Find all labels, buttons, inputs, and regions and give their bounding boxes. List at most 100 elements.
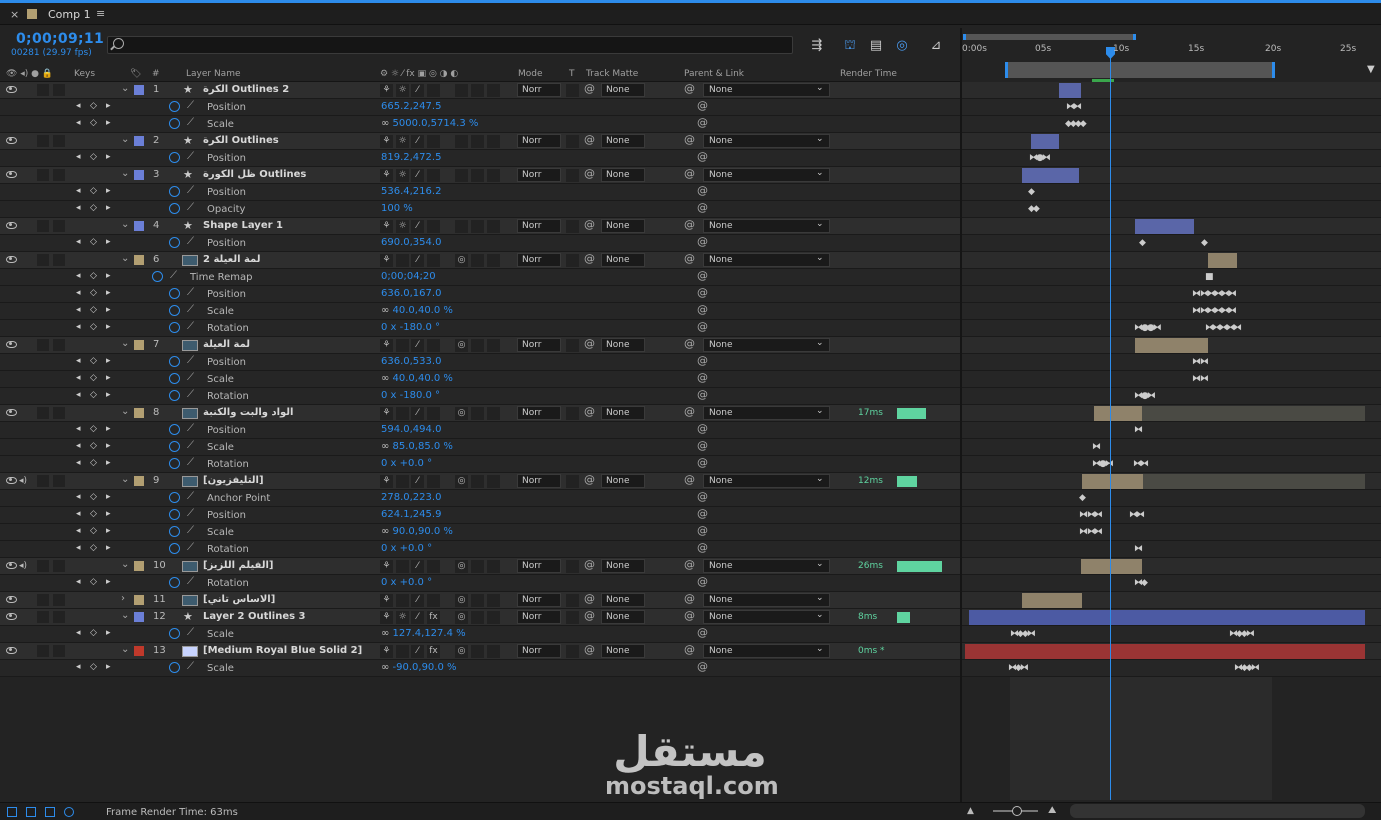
adjustment-switch-icon[interactable] xyxy=(471,169,484,182)
quality-switch-icon[interactable]: ⁄ xyxy=(411,611,424,624)
next-keyframe-icon[interactable]: ▸ xyxy=(106,441,111,451)
timeline-track[interactable]: ◆ xyxy=(962,184,1381,201)
expression-pickwhip-icon[interactable]: @ xyxy=(697,320,708,333)
track-matte-pickwhip-icon[interactable]: @ xyxy=(584,82,595,95)
next-keyframe-icon[interactable]: ▸ xyxy=(106,322,111,332)
graph-icon[interactable]: ⟋ xyxy=(187,457,194,468)
add-keyframe-icon[interactable]: ◇ xyxy=(90,203,97,213)
layer-duration-bar[interactable] xyxy=(1143,474,1365,489)
property-value[interactable]: 594.0,494.0 xyxy=(381,424,441,435)
graph-icon[interactable]: ⟋ xyxy=(187,661,194,672)
timeline-track[interactable] xyxy=(962,82,1381,99)
switch-slot[interactable] xyxy=(53,407,65,419)
keyframe-icon[interactable]: ⧓◆◆⧓ xyxy=(1234,663,1260,673)
switch-slot[interactable] xyxy=(53,594,65,606)
property-value[interactable]: ∞ 127.4,127.4 % xyxy=(381,628,466,639)
chevron-down-icon[interactable]: ⌄ xyxy=(121,610,129,621)
keyframe-icon[interactable]: ⧓◆◆⧓ xyxy=(1010,629,1036,639)
property-value[interactable]: ∞ 85.0,85.0 % xyxy=(381,441,453,452)
switch-slot[interactable] xyxy=(53,475,65,487)
preserve-transparency-toggle[interactable] xyxy=(566,254,579,267)
property-value[interactable]: 0;00;04;20 xyxy=(381,271,436,282)
parent-select[interactable]: None xyxy=(703,474,830,488)
shy-switch-icon[interactable]: ⚘ xyxy=(380,339,393,352)
adjustment-switch-icon[interactable] xyxy=(471,339,484,352)
property-value-text[interactable]: 85.0,85.0 % xyxy=(393,441,453,452)
visibility-eye-icon[interactable] xyxy=(6,613,17,620)
layer-duration-bar[interactable] xyxy=(1208,253,1237,268)
chevron-down-icon[interactable]: ⌄ xyxy=(121,134,129,145)
property-value-text[interactable]: 636.0,533.0 xyxy=(381,356,441,367)
property-row[interactable]: ◂ ◇ ▸ ⟋ Position 636.0,533.0 @ xyxy=(0,354,960,371)
comp-marker-bin-icon[interactable]: ▼ xyxy=(1367,64,1379,76)
property-value-text[interactable]: 0 x +0.0 ° xyxy=(381,543,432,554)
parent-select[interactable]: None xyxy=(703,83,830,97)
graph-icon[interactable]: ⟋ xyxy=(187,304,194,315)
parent-pickwhip-icon[interactable]: @ xyxy=(684,82,695,95)
zoom-slider-knob[interactable] xyxy=(1012,806,1022,816)
3d-switch-icon[interactable] xyxy=(487,475,500,488)
timeline-track[interactable]: ⧓ ⧓⧓ xyxy=(962,524,1381,541)
track-matte-select[interactable]: None xyxy=(601,219,645,233)
timeline-track[interactable]: ⧓◆ xyxy=(962,575,1381,592)
label-color-swatch[interactable] xyxy=(134,646,144,656)
effects-switch-icon[interactable] xyxy=(427,594,440,607)
property-row[interactable]: ◂ ◇ ▸ ⟋ Scale ∞ 85.0,85.0 % @ xyxy=(0,439,960,456)
parent-select[interactable]: None xyxy=(703,644,830,658)
collapse-switch-icon[interactable] xyxy=(396,254,409,267)
3d-switch-icon[interactable] xyxy=(487,339,500,352)
next-keyframe-icon[interactable]: ▸ xyxy=(106,288,111,298)
visibility-eye-icon[interactable] xyxy=(6,222,17,229)
property-value-text[interactable]: 819.2,472.5 xyxy=(381,152,441,163)
motion-blur-icon[interactable]: ◎ xyxy=(894,38,910,54)
layer-search-input[interactable] xyxy=(107,36,793,54)
timeline-track[interactable]: ⧓ ⧓⧓⧓⧓⧓ xyxy=(962,286,1381,303)
prev-keyframe-icon[interactable]: ◂ xyxy=(76,322,81,332)
prev-keyframe-icon[interactable]: ◂ xyxy=(76,186,81,196)
layer-name[interactable]: ظل الكورة Outlines xyxy=(203,169,306,180)
graph-icon[interactable]: ⟋ xyxy=(187,355,194,366)
timeline-track[interactable]: ⧓◆⧓ ⧓◆◆⧓ xyxy=(962,660,1381,677)
property-value-text[interactable]: 665.2,247.5 xyxy=(381,101,441,112)
keyframe-icon[interactable]: ⧓◆ xyxy=(1134,578,1148,588)
layer-name[interactable]: لمة العيلة xyxy=(203,339,250,350)
parent-select[interactable]: None xyxy=(703,219,830,233)
layer-row[interactable]: ⌄ 13 [Medium Royal Blue Solid 2] ⚘ ⁄ fx ◎ Norr @… xyxy=(0,643,960,660)
timeline-track[interactable]: ⧓●⧓ xyxy=(962,150,1381,167)
track-matte-select[interactable]: None xyxy=(601,168,645,182)
property-row[interactable]: ◂ ◇ ▸ ⟋ Rotation 0 x -180.0 ° @ xyxy=(0,388,960,405)
keyframe-icon[interactable]: ⧓⧓ xyxy=(1129,510,1145,520)
collapse-switch-icon[interactable] xyxy=(396,645,409,658)
prev-keyframe-icon[interactable]: ◂ xyxy=(76,390,81,400)
add-keyframe-icon[interactable]: ◇ xyxy=(90,458,97,468)
track-matte-pickwhip-icon[interactable]: @ xyxy=(584,337,595,350)
track-matte-pickwhip-icon[interactable]: @ xyxy=(584,167,595,180)
switch-slot[interactable] xyxy=(37,611,49,623)
constrain-proportions-icon[interactable]: ∞ xyxy=(381,373,393,384)
label-color-swatch[interactable] xyxy=(134,221,144,231)
property-value[interactable]: 690.0,354.0 xyxy=(381,237,441,248)
parent-pickwhip-icon[interactable]: @ xyxy=(684,252,695,265)
graph-icon[interactable]: ⟋ xyxy=(187,287,194,298)
add-keyframe-icon[interactable]: ◇ xyxy=(90,509,97,519)
switch-slot[interactable] xyxy=(37,560,49,572)
layer-duration-bar[interactable] xyxy=(1081,559,1142,574)
property-value-text[interactable]: 624.1,245.9 xyxy=(381,509,441,520)
expression-pickwhip-icon[interactable]: @ xyxy=(697,99,708,112)
next-keyframe-icon[interactable]: ▸ xyxy=(106,152,111,162)
property-row[interactable]: ◂ ◇ ▸ ⟋ Rotation 0 x +0.0 ° @ xyxy=(0,541,960,558)
property-value-text[interactable]: 636.0,167.0 xyxy=(381,288,441,299)
property-value[interactable]: ∞ -90.0,90.0 % xyxy=(381,662,457,673)
visibility-eye-icon[interactable] xyxy=(6,171,17,178)
visibility-eye-icon[interactable] xyxy=(6,86,17,93)
frame-blending-icon[interactable]: ▤ xyxy=(868,38,884,54)
timeline-track[interactable]: ⧓ ⧓ xyxy=(962,371,1381,388)
property-value-text[interactable]: 0 x -180.0 ° xyxy=(381,390,440,401)
property-value[interactable]: 0 x -180.0 ° xyxy=(381,390,440,401)
property-row[interactable]: ◂ ◇ ▸ ⟋ Time Remap 0;00;04;20 @ xyxy=(0,269,960,286)
property-value-text[interactable]: 278.0,223.0 xyxy=(381,492,441,503)
effects-switch-icon[interactable] xyxy=(427,339,440,352)
motion-blur-switch-icon[interactable]: ◎ xyxy=(455,560,468,573)
property-value[interactable]: 278.0,223.0 xyxy=(381,492,441,503)
parent-pickwhip-icon[interactable]: @ xyxy=(684,337,695,350)
